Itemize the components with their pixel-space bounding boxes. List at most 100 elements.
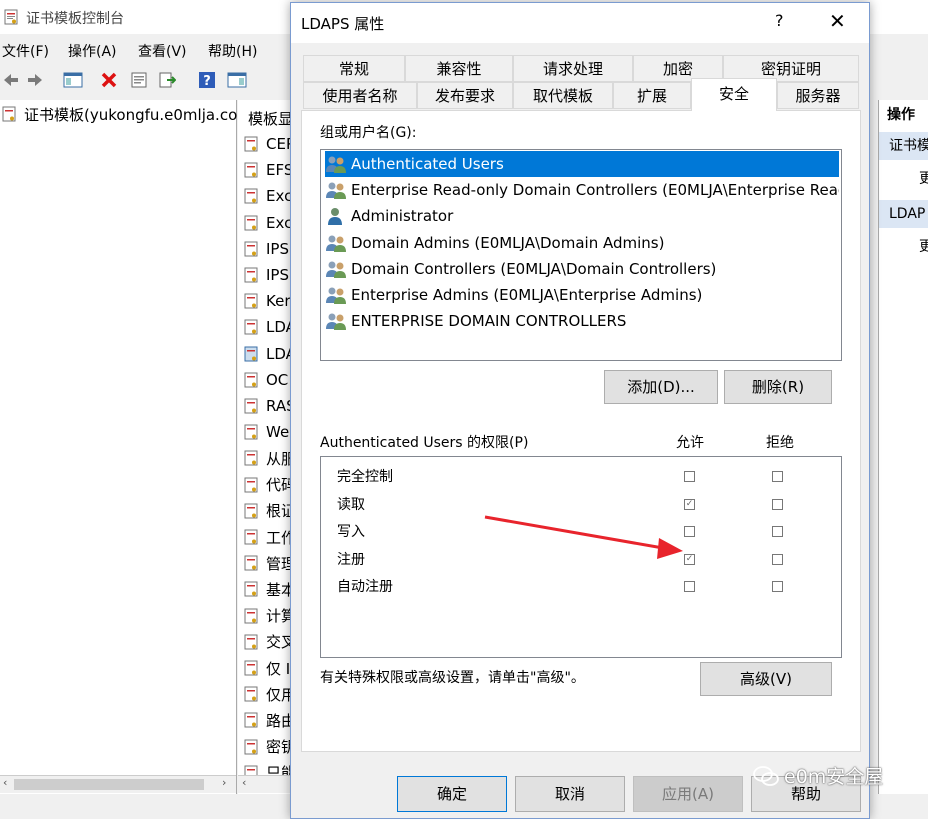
template-list-item[interactable]: CEP: [244, 133, 290, 155]
list-column-header[interactable]: 模板显: [248, 107, 290, 129]
template-list-item-label: Exc: [266, 213, 291, 232]
template-list-item[interactable]: We: [244, 421, 289, 443]
template-list-item-label: 仅 I: [266, 659, 291, 678]
certificate-template-icon: [244, 608, 258, 624]
actions-more-2[interactable]: 更: [919, 236, 928, 256]
menu-file[interactable]: 文件(F): [2, 41, 49, 61]
certificate-template-icon: [244, 450, 258, 466]
certificate-template-icon: [244, 188, 258, 204]
watermark: e0m安全屋: [752, 762, 883, 789]
template-list-item-label: IPS: [266, 239, 289, 258]
certificate-template-icon: [244, 555, 258, 571]
toolbar: ?: [0, 66, 300, 94]
template-list-item-label: 从服: [266, 449, 290, 468]
certificate-template-icon: [244, 477, 258, 493]
tree-root-node[interactable]: 证书模板(yukongfu.e0mlja.com: [0, 103, 252, 125]
svg-text:?: ?: [203, 74, 211, 89]
menu-help[interactable]: 帮助(H): [208, 41, 257, 61]
template-list-item-label: 根证: [266, 502, 290, 521]
template-list-item[interactable]: 仅 I: [244, 657, 290, 679]
properties-dialog: LDAPS 属性 ? ✕ 常规 兼容性 请求处理 加密 密钥证明 使用者名称 发…: [290, 2, 870, 819]
actions-section-templates[interactable]: 证书模: [879, 132, 928, 160]
help-icon[interactable]: ?: [196, 69, 218, 91]
certificate-template-icon: [244, 162, 258, 178]
tree-root-label: 证书模板(yukongfu.e0mlja.com: [24, 105, 252, 124]
menu-action[interactable]: 操作(A): [68, 41, 117, 61]
template-list-item[interactable]: IPS: [244, 264, 289, 286]
template-list-item-label: RAS: [266, 397, 290, 415]
certificate-template-icon: [244, 660, 258, 676]
certificate-template-icon: [244, 215, 258, 231]
certificate-template-icon: [244, 581, 258, 597]
template-list-item[interactable]: RAS: [244, 395, 290, 417]
template-list-item[interactable]: Exc: [244, 185, 290, 207]
template-list-item[interactable]: 代码: [244, 474, 290, 496]
action-pane-icon[interactable]: [226, 69, 248, 91]
actions-more-1[interactable]: 更: [919, 168, 928, 188]
left-pane-scroll-thumb[interactable]: [14, 779, 204, 790]
template-list-item[interactable]: 根证: [244, 500, 290, 522]
template-list-item-label: 代码: [266, 476, 290, 495]
certificate-template-icon: [244, 634, 258, 650]
template-list-item-label: LDA: [266, 318, 290, 337]
template-list-item-label: CEP: [266, 135, 290, 153]
menu-bar: 文件(F) 操作(A) 查看(V) 帮助(H): [0, 38, 300, 62]
template-list-item[interactable]: EFS: [244, 159, 290, 181]
mid-pane-hscrollbar[interactable]: ‹: [238, 775, 290, 793]
back-arrow-icon[interactable]: [0, 69, 22, 91]
template-list-pane: 模板显 CEP EFS Exc Exc IPS IPS Ker LDA LDA OC RAS We 从服…: [238, 100, 291, 794]
template-list-item-label: OC: [266, 370, 289, 389]
template-list-item[interactable]: Exc: [244, 212, 291, 234]
template-list-item-label: 仅用: [266, 685, 290, 704]
wechat-icon: [753, 765, 779, 786]
template-list-item[interactable]: 仅用: [244, 683, 290, 705]
template-list-item[interactable]: 基本: [244, 578, 290, 600]
template-list-item-label: 管理: [266, 554, 290, 573]
properties-icon[interactable]: [128, 69, 150, 91]
template-list-item-label: 交叉: [266, 633, 290, 652]
certificate-template-icon: [244, 267, 258, 283]
template-list-item[interactable]: 路由: [244, 709, 290, 731]
template-list-item[interactable]: 交叉: [244, 631, 290, 653]
template-list-item-label: We: [266, 423, 290, 442]
mmc-title: 证书模板控制台: [26, 11, 124, 27]
actions-section-ldaps[interactable]: LDAP: [879, 200, 928, 228]
delete-icon[interactable]: [98, 69, 120, 91]
template-list-item[interactable]: 计算: [244, 605, 290, 627]
actions-pane: 操作 证书模 更 LDAP 更: [878, 100, 928, 794]
template-list-item[interactable]: Ker: [244, 290, 291, 312]
template-list-item[interactable]: 密钥: [244, 736, 290, 758]
certificate-template-icon: [244, 503, 258, 519]
scroll-right-icon[interactable]: ›: [222, 776, 226, 789]
export-list-icon[interactable]: [156, 69, 178, 91]
scroll-left-icon[interactable]: ‹: [242, 776, 246, 789]
annotation-arrow: [484, 515, 683, 559]
certificate-template-icon: [244, 372, 258, 388]
certificate-template-icon: [244, 346, 258, 362]
certificate-template-icon: [2, 106, 16, 122]
certificate-template-icon: [244, 319, 258, 335]
forward-arrow-icon[interactable]: [24, 69, 46, 91]
template-list-item[interactable]: 从服: [244, 447, 290, 469]
template-list-item[interactable]: 工作: [244, 526, 290, 548]
scroll-left-icon[interactable]: ‹: [3, 776, 7, 789]
template-list-item-label: Ker: [266, 292, 291, 311]
certificate-template-icon: [244, 712, 258, 728]
actions-header: 操作: [887, 107, 915, 123]
certificate-template-icon: [244, 686, 258, 702]
template-list-item[interactable]: LDA: [244, 343, 290, 365]
left-pane-hscrollbar[interactable]: ‹ ›: [0, 775, 236, 793]
template-list-item-label: IPS: [266, 266, 289, 284]
template-list-item-label: 密钥: [266, 738, 290, 757]
template-list-item-label: 路由: [266, 711, 290, 730]
menu-view[interactable]: 查看(V): [138, 41, 187, 61]
template-list-item-label: LDA: [266, 344, 290, 363]
template-list-item-label: 计算: [266, 607, 290, 626]
template-list-item[interactable]: LDA: [244, 316, 290, 338]
certificate-template-icon: [244, 424, 258, 440]
template-list-item[interactable]: IPS: [244, 238, 289, 260]
certificate-template-icon: [244, 241, 258, 257]
template-list-item[interactable]: OC: [244, 369, 288, 391]
show-hide-tree-icon[interactable]: [62, 69, 84, 91]
template-list-item[interactable]: 管理: [244, 552, 290, 574]
